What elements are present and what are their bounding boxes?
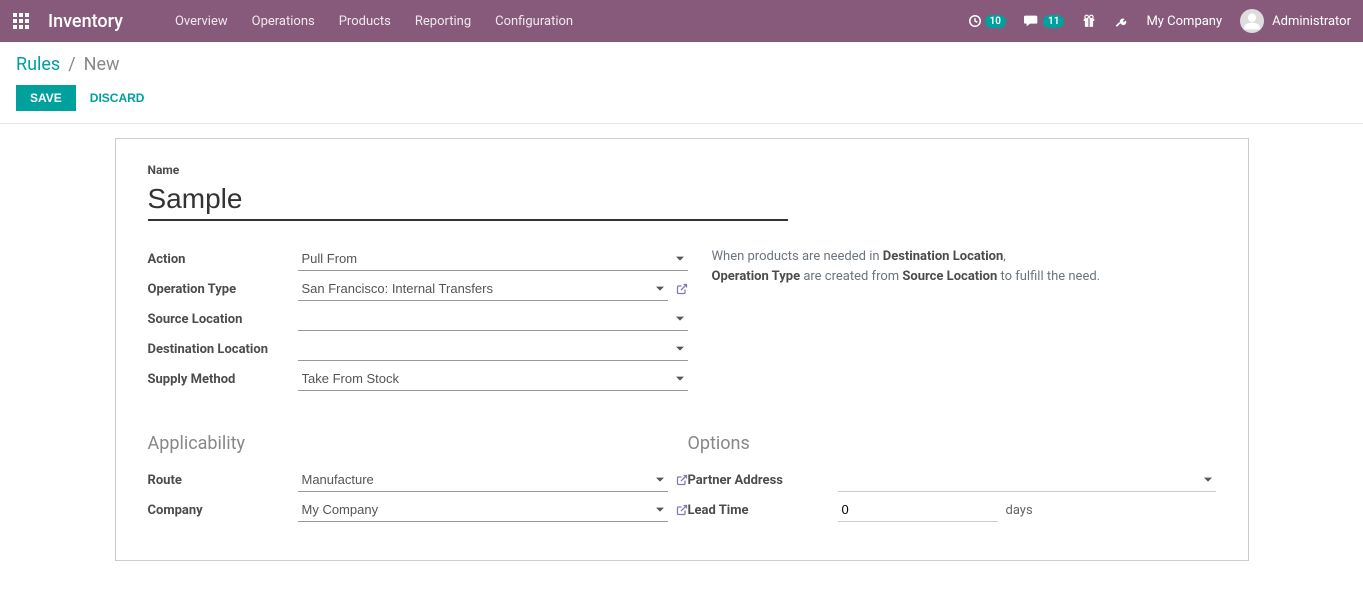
supply-method-label: Supply Method — [148, 372, 298, 387]
action-label: Action — [148, 252, 298, 267]
route-select[interactable] — [298, 468, 668, 492]
nav-configuration[interactable]: Configuration — [483, 0, 585, 42]
activities-badge: 10 — [985, 15, 1006, 28]
form-sheet: Name Action Operation Type — [115, 138, 1249, 561]
company-switcher[interactable]: My Company — [1138, 0, 1230, 42]
name-label: Name — [148, 163, 1216, 177]
lead-time-suffix: days — [1006, 503, 1033, 518]
partner-address-select[interactable] — [838, 468, 1216, 492]
form-background: Name Action Operation Type — [0, 124, 1363, 585]
operation-type-select[interactable] — [298, 277, 668, 301]
messages-badge: 11 — [1043, 15, 1064, 28]
lead-time-input[interactable] — [838, 498, 998, 522]
breadcrumb-sep: / — [68, 54, 75, 75]
external-link-icon[interactable] — [676, 474, 688, 486]
source-location-label: Source Location — [148, 312, 298, 327]
breadcrumb: Rules / New — [16, 54, 1347, 75]
action-select[interactable] — [298, 247, 688, 271]
developer-tools-icon[interactable] — [1106, 0, 1136, 42]
user-menu[interactable]: Administrator — [1232, 9, 1351, 33]
external-link-icon[interactable] — [676, 504, 688, 516]
applicability-section-title: Applicability — [148, 433, 688, 454]
messages-icon[interactable]: 11 — [1016, 0, 1072, 42]
name-input[interactable] — [148, 179, 788, 221]
nav-operations[interactable]: Operations — [240, 0, 327, 42]
discard-button[interactable]: Discard — [90, 91, 145, 105]
company-label: Company — [148, 503, 298, 518]
nav-reporting[interactable]: Reporting — [403, 0, 483, 42]
destination-location-label: Destination Location — [148, 342, 298, 357]
control-panel: Rules / New Save Discard — [0, 42, 1363, 124]
partner-address-label: Partner Address — [688, 473, 838, 488]
activities-icon[interactable]: 10 — [960, 0, 1014, 42]
source-location-select[interactable] — [298, 307, 688, 331]
save-button[interactable]: Save — [16, 85, 76, 111]
destination-location-select[interactable] — [298, 337, 688, 361]
gift-icon[interactable] — [1074, 0, 1104, 42]
user-name: Administrator — [1272, 14, 1351, 29]
avatar — [1240, 9, 1264, 33]
options-section-title: Options — [688, 433, 1216, 454]
action-buttons: Save Discard — [16, 85, 1347, 111]
nav-products[interactable]: Products — [327, 0, 403, 42]
supply-method-select[interactable] — [298, 367, 688, 391]
external-link-icon[interactable] — [676, 283, 688, 295]
nav-overview[interactable]: Overview — [163, 0, 240, 42]
apps-icon[interactable] — [0, 0, 42, 42]
breadcrumb-rules[interactable]: Rules — [16, 54, 60, 75]
app-brand[interactable]: Inventory — [48, 11, 123, 32]
company-select[interactable] — [298, 498, 668, 522]
operation-type-label: Operation Type — [148, 282, 298, 297]
help-text: When products are needed in Destination … — [712, 247, 1216, 286]
lead-time-label: Lead Time — [688, 503, 838, 518]
navbar: Inventory Overview Operations Products R… — [0, 0, 1363, 42]
nav-right: 10 11 My Company Administrator — [960, 0, 1363, 42]
nav-menu: Overview Operations Products Reporting C… — [163, 0, 585, 42]
route-label: Route — [148, 473, 298, 488]
breadcrumb-current: New — [84, 54, 120, 75]
